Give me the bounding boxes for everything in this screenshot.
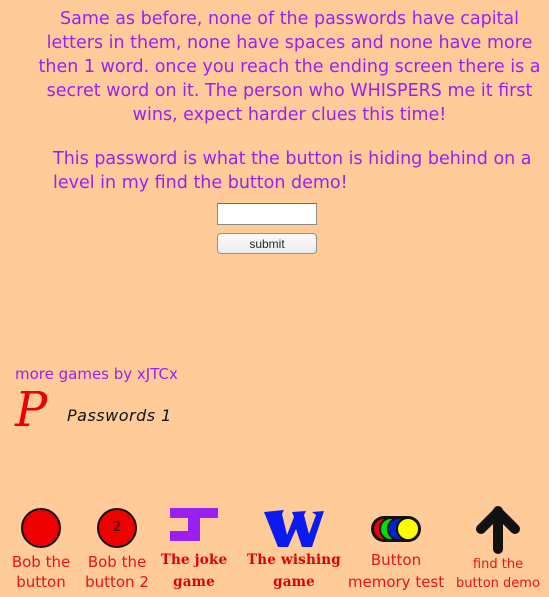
- password-input[interactable]: [217, 203, 317, 225]
- game-label-line2: button: [16, 573, 66, 591]
- more-games-link[interactable]: more games by xJTCx: [15, 365, 178, 383]
- game-bob-the-button[interactable]: Bob the button: [4, 505, 78, 592]
- red-circle-button-icon: [21, 508, 61, 552]
- game-bob-the-button-2[interactable]: 2 Bob the button 2: [80, 505, 154, 592]
- game-label-line1: The joke: [160, 552, 228, 568]
- game-label-line2: game: [173, 574, 215, 590]
- red-circle: [21, 508, 61, 548]
- passwords-1-logo[interactable]: P Passwords 1: [15, 384, 171, 440]
- instructions-text: Same as before, none of the passwords ha…: [38, 9, 541, 125]
- game-label-line2: memory test: [347, 573, 445, 591]
- game-the-wishing-game[interactable]: The wishing game: [240, 503, 348, 593]
- game-label-line1: The wishing: [247, 552, 341, 568]
- game-label-line2: button demo: [456, 576, 540, 591]
- up-arrow-icon: [473, 505, 523, 555]
- game-label-line1: Button: [370, 551, 422, 569]
- purple-j-letter-icon: [168, 503, 220, 549]
- colored-buttons-icon: [366, 505, 426, 549]
- game-label-line2: button 2: [85, 573, 149, 591]
- game-button-memory-test[interactable]: Button memory test: [344, 505, 448, 593]
- logo-title: Passwords 1: [67, 406, 172, 425]
- game-label-line1: Bob the: [11, 553, 71, 571]
- game-label-line2: game: [273, 574, 315, 590]
- password-hint-text: This password is what the button is hidi…: [53, 149, 532, 193]
- submit-button[interactable]: submit: [217, 233, 317, 254]
- game-the-joke-game[interactable]: The joke game: [155, 503, 233, 593]
- p-logo-icon: P: [15, 382, 48, 438]
- red-circle-button-2-icon: 2: [97, 508, 137, 552]
- game-label-line1: find the: [472, 557, 524, 572]
- game-find-the-button-demo[interactable]: find the button demo: [452, 505, 544, 593]
- blue-w-letter-icon: [262, 503, 326, 549]
- game-label-line1: Bob the: [87, 553, 147, 571]
- red-circle: 2: [97, 508, 137, 548]
